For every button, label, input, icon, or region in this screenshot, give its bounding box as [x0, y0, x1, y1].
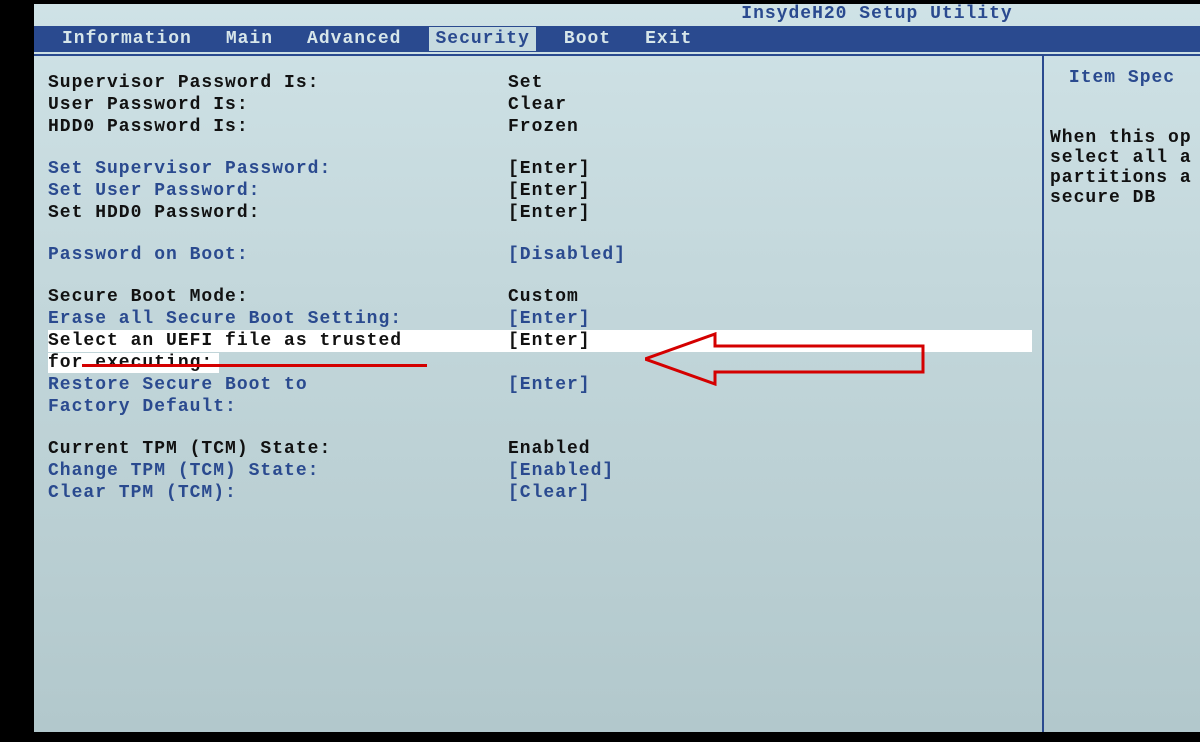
row-set-supervisor-password[interactable]: Set Supervisor Password: [Enter]	[48, 158, 1032, 180]
row-select-uefi-trusted[interactable]: Select an UEFI file as trusted [Enter]	[48, 330, 1032, 352]
help-title: Item Spec	[1050, 68, 1194, 88]
content-area: Supervisor Password Is: Set User Passwor…	[34, 54, 1200, 732]
value: [Enter]	[508, 181, 1032, 201]
label: Clear TPM (TCM):	[48, 483, 508, 503]
help-panel: Item Spec When this op select all a part…	[1044, 54, 1200, 732]
main-panel: Supervisor Password Is: Set User Passwor…	[34, 54, 1044, 732]
tab-main[interactable]: Main	[220, 27, 279, 51]
row-erase-secure-boot[interactable]: Erase all Secure Boot Setting: [Enter]	[48, 308, 1032, 330]
row-secure-boot-mode: Secure Boot Mode: Custom	[48, 286, 1032, 308]
tab-information[interactable]: Information	[56, 27, 198, 51]
label: Restore Secure Boot to	[48, 375, 508, 395]
row-set-hdd-password[interactable]: Set HDD0 Password: [Enter]	[48, 202, 1032, 224]
value: Enabled	[508, 439, 1032, 459]
value: [Enter]	[508, 331, 595, 351]
help-line: When this op	[1050, 128, 1194, 148]
label: Secure Boot Mode:	[48, 287, 508, 307]
row-user-password: User Password Is: Clear	[48, 94, 1032, 116]
row-supervisor-password: Supervisor Password Is: Set	[48, 72, 1032, 94]
utility-title: InsydeH20 Setup Utility	[34, 4, 1200, 26]
value: [Clear]	[508, 483, 1032, 503]
value: [Enabled]	[508, 461, 1032, 481]
tab-security[interactable]: Security	[429, 27, 535, 51]
label: Set HDD0 Password:	[48, 203, 508, 223]
row-current-tpm-state: Current TPM (TCM) State: Enabled	[48, 438, 1032, 460]
row-change-tpm-state[interactable]: Change TPM (TCM) State: [Enabled]	[48, 460, 1032, 482]
value: [Enter]	[508, 375, 1032, 395]
menu-bar: Information Main Advanced Security Boot …	[34, 26, 1200, 52]
label: Current TPM (TCM) State:	[48, 439, 508, 459]
label: Erase all Secure Boot Setting:	[48, 309, 508, 329]
tab-exit[interactable]: Exit	[639, 27, 698, 51]
help-line: partitions a	[1050, 168, 1194, 188]
row-restore-secure-boot-cont: Factory Default:	[48, 396, 1032, 418]
label: Select an UEFI file as trusted	[48, 331, 508, 351]
label: for executing:	[48, 353, 219, 373]
label: Change TPM (TCM) State:	[48, 461, 508, 481]
tab-advanced[interactable]: Advanced	[301, 27, 407, 51]
row-password-on-boot[interactable]: Password on Boot: [Disabled]	[48, 244, 1032, 266]
row-restore-secure-boot[interactable]: Restore Secure Boot to [Enter]	[48, 374, 1032, 396]
tab-boot[interactable]: Boot	[558, 27, 617, 51]
label: Factory Default:	[48, 397, 508, 417]
annotation-underline	[82, 364, 427, 367]
label: HDD0 Password Is:	[48, 117, 508, 137]
value: [Enter]	[508, 159, 1032, 179]
row-clear-tpm[interactable]: Clear TPM (TCM): [Clear]	[48, 482, 1032, 504]
label: Set Supervisor Password:	[48, 159, 508, 179]
row-set-user-password[interactable]: Set User Password: [Enter]	[48, 180, 1032, 202]
label: Supervisor Password Is:	[48, 73, 508, 93]
row-select-uefi-trusted-cont: for executing:	[48, 352, 1032, 374]
value: Clear	[508, 95, 1032, 115]
label: Set User Password:	[48, 181, 508, 201]
label: User Password Is:	[48, 95, 508, 115]
value: Set	[508, 73, 1032, 93]
row-hdd-password: HDD0 Password Is: Frozen	[48, 116, 1032, 138]
bios-screen: InsydeH20 Setup Utility Information Main…	[34, 4, 1200, 732]
value: [Disabled]	[508, 245, 1032, 265]
help-line: select all a	[1050, 148, 1194, 168]
value: [Enter]	[508, 309, 1032, 329]
value: [Enter]	[508, 203, 1032, 223]
label: Password on Boot:	[48, 245, 508, 265]
help-line: secure DB	[1050, 188, 1194, 208]
value: Custom	[508, 287, 1032, 307]
value: Frozen	[508, 117, 1032, 137]
